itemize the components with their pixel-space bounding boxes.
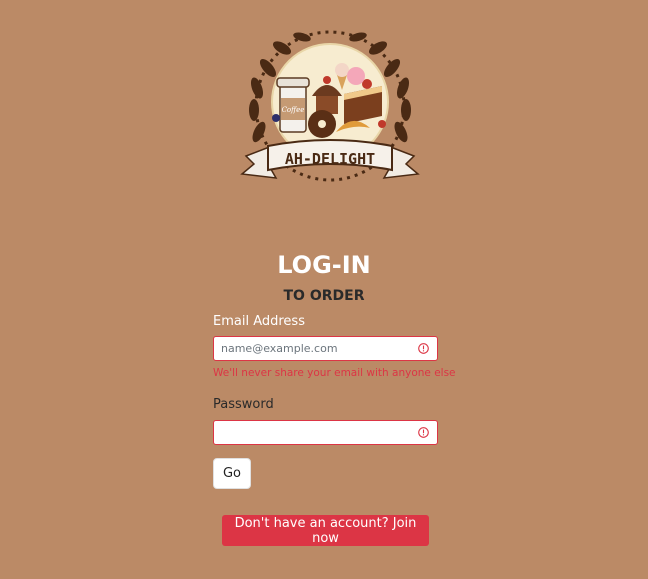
exclamation-circle-icon [418,427,429,438]
password-label: Password [213,397,274,412]
go-button[interactable]: Go [213,458,251,489]
page-title: LOG-IN [277,251,371,279]
email-field[interactable] [213,336,438,361]
cup-text: Coffee [282,106,305,114]
password-field[interactable] [213,420,438,445]
logo-wordmark: AH-DELIGHT [285,150,375,168]
email-help-text: We'll never share your email with anyone… [213,367,456,379]
page-subtitle: TO ORDER [283,288,365,304]
email-input[interactable] [214,337,410,360]
email-label: Email Address [213,314,305,329]
exclamation-circle-icon [418,343,429,354]
logo-artwork: Coffee AH-DELIGHT [240,30,420,182]
brand-logo: Coffee AH-DELIGHT [232,28,428,186]
join-now-button[interactable]: Don't have an account? Join now [222,515,429,546]
password-input[interactable] [214,421,410,444]
